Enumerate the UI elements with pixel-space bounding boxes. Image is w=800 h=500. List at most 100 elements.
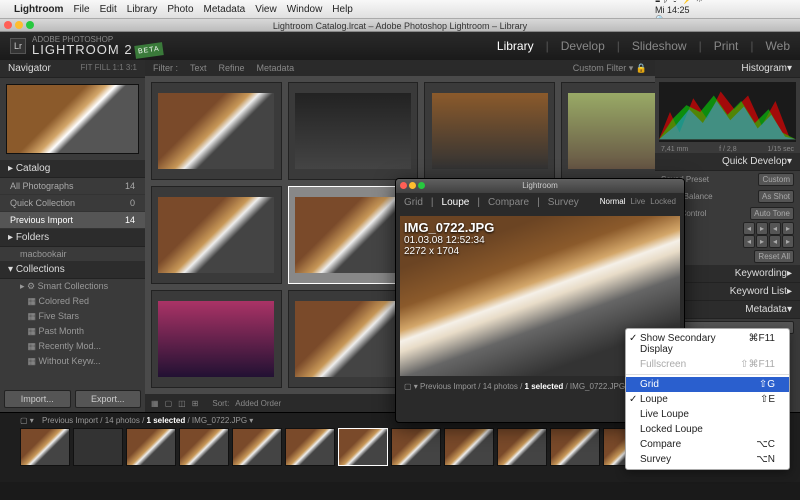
histogram[interactable] (659, 82, 796, 142)
collection-item[interactable]: ▦ Without Keyw... (0, 354, 145, 369)
collection-item[interactable]: ▦ Colored Red (0, 294, 145, 309)
filter-preset[interactable]: Custom Filter ▾ 🔒 (573, 63, 647, 74)
filmstrip-thumb[interactable] (550, 428, 600, 466)
collection-item[interactable]: ▸ ⚙ Smart Collections (0, 279, 145, 294)
module-develop[interactable]: Develop (561, 39, 605, 53)
catalog-item-selected[interactable]: Previous Import14 (0, 212, 145, 229)
module-web[interactable]: Web (766, 39, 790, 53)
menu-window[interactable]: Window (287, 4, 323, 15)
filmstrip-thumb[interactable] (391, 428, 441, 466)
clock[interactable]: Mi 14:25 (655, 5, 794, 15)
import-button[interactable]: Import... (4, 390, 71, 408)
sec-mode-compare[interactable]: Compare (488, 197, 529, 208)
filter-tab[interactable]: Refine (219, 63, 245, 73)
view-survey-icon[interactable]: ⊞ (192, 399, 199, 408)
menu-view[interactable]: View (255, 4, 277, 15)
filmstrip-thumb[interactable] (444, 428, 494, 466)
catalog-header[interactable]: ▸ Catalog (0, 160, 145, 178)
reset-button[interactable]: Reset All (754, 250, 794, 263)
app-menu[interactable]: Lightroom (14, 4, 63, 15)
sec-state[interactable]: Live (631, 197, 646, 208)
sec-mode-loupe[interactable]: Loupe (442, 197, 470, 208)
quickdevelop-header[interactable]: Quick Develop ▾ (655, 153, 800, 171)
grid-cell[interactable] (561, 82, 655, 180)
histogram-header[interactable]: Histogram ▾ (655, 60, 800, 78)
sec-mode-survey[interactable]: Survey (548, 197, 579, 208)
view-compare-icon[interactable]: ◫ (178, 399, 186, 408)
sec-state[interactable]: Locked (650, 197, 676, 208)
secondary-titlebar[interactable]: Lightroom (396, 179, 684, 193)
filmstrip-thumb[interactable] (73, 428, 123, 466)
zoom-icon[interactable] (418, 182, 425, 189)
secondary-monitor-icon[interactable]: ▢ ▾ (20, 416, 34, 425)
menu-item[interactable]: Live Loupe (626, 407, 789, 422)
filmstrip-thumb[interactable] (20, 428, 70, 466)
window-titlebar[interactable]: Lightroom Catalog.lrcat – Adobe Photosho… (0, 18, 800, 32)
menu-item[interactable]: Locked Loupe (626, 422, 789, 437)
image-overlay-info: IMG_0722.JPG 01.03.08 12:52:34 2272 x 17… (404, 220, 494, 257)
filmstrip-thumb[interactable] (179, 428, 229, 466)
module-print[interactable]: Print (714, 39, 739, 53)
menu-library[interactable]: Library (127, 4, 158, 15)
filmstrip-thumb[interactable] (497, 428, 547, 466)
filmstrip-thumb[interactable] (285, 428, 335, 466)
stepper-button[interactable]: ◂ (769, 222, 781, 235)
minimize-icon[interactable] (409, 182, 416, 189)
collections-header[interactable]: ▾ Collections (0, 261, 145, 279)
filmstrip-thumb-selected[interactable] (338, 428, 388, 466)
zoom-icon[interactable] (26, 21, 34, 29)
module-library[interactable]: Library (497, 39, 534, 53)
sec-state[interactable]: Normal (600, 197, 626, 208)
menu-item[interactable]: ✓Loupe⇧E (626, 392, 789, 407)
menu-metadata[interactable]: Metadata (204, 4, 246, 15)
minimize-icon[interactable] (15, 21, 23, 29)
sec-mode-grid[interactable]: Grid (404, 197, 423, 208)
export-button[interactable]: Export... (75, 390, 142, 408)
navigator-preview[interactable] (6, 84, 139, 154)
menu-item-highlighted[interactable]: Grid⇧G (626, 377, 789, 392)
catalog-item[interactable]: All Photographs14 (0, 178, 145, 195)
module-slideshow[interactable]: Slideshow (632, 39, 687, 53)
autotone-button[interactable]: Auto Tone (750, 207, 794, 220)
menu-item[interactable]: Compare⌥C (626, 437, 789, 452)
grid-cell[interactable] (151, 82, 282, 180)
preset-select[interactable]: Custom (758, 173, 794, 186)
wb-select[interactable]: As Shot (758, 190, 794, 203)
view-loupe-icon[interactable]: ▢ (165, 399, 173, 408)
menu-help[interactable]: Help (332, 4, 353, 15)
filter-tab[interactable]: Metadata (257, 63, 295, 73)
filter-tab[interactable]: Text (190, 63, 207, 73)
close-icon[interactable] (400, 182, 407, 189)
collection-item[interactable]: ▦ Recently Mod... (0, 339, 145, 354)
collection-item[interactable]: ▦ Five Stars (0, 309, 145, 324)
app-header: Lr ADOBE PHOTOSHOP LIGHTROOM 2BETA Libra… (0, 32, 800, 60)
module-picker: Library| Develop| Slideshow| Print| Web (497, 39, 790, 53)
folders-header[interactable]: ▸ Folders (0, 229, 145, 247)
menu-photo[interactable]: Photo (167, 4, 193, 15)
menu-edit[interactable]: Edit (100, 4, 117, 15)
menu-item[interactable]: ✓Show Secondary Display⌘F11 (626, 331, 789, 357)
stepper-button[interactable]: ▸ (782, 222, 794, 235)
secondary-display-menu: ✓Show Secondary Display⌘F11 Fullscreen⇧⌘… (625, 328, 790, 470)
grid-cell[interactable] (151, 186, 282, 284)
catalog-item[interactable]: Quick Collection0 (0, 195, 145, 212)
view-grid-icon[interactable]: ▦ (151, 399, 159, 408)
stepper-button[interactable]: ▸ (756, 235, 768, 248)
stepper-button[interactable]: ◂ (743, 222, 755, 235)
filmstrip-thumb[interactable] (232, 428, 282, 466)
stepper-button[interactable]: ◂ (769, 235, 781, 248)
grid-cell[interactable] (424, 82, 555, 180)
stepper-button[interactable]: ◂ (743, 235, 755, 248)
collection-item[interactable]: ▦ Past Month (0, 324, 145, 339)
menu-file[interactable]: File (73, 4, 89, 15)
stepper-button[interactable]: ▸ (782, 235, 794, 248)
stepper-button[interactable]: ▸ (756, 222, 768, 235)
menu-item[interactable]: Survey⌥N (626, 452, 789, 467)
navigator-header[interactable]: NavigatorFIT FILL 1:1 3:1 (0, 60, 145, 78)
filmstrip-thumb[interactable] (126, 428, 176, 466)
close-icon[interactable] (4, 21, 12, 29)
grid-cell[interactable] (288, 82, 419, 180)
grid-cell[interactable] (151, 290, 282, 388)
sort-value[interactable]: Added Order (235, 399, 281, 408)
folder-item[interactable]: macbookair (0, 247, 145, 261)
